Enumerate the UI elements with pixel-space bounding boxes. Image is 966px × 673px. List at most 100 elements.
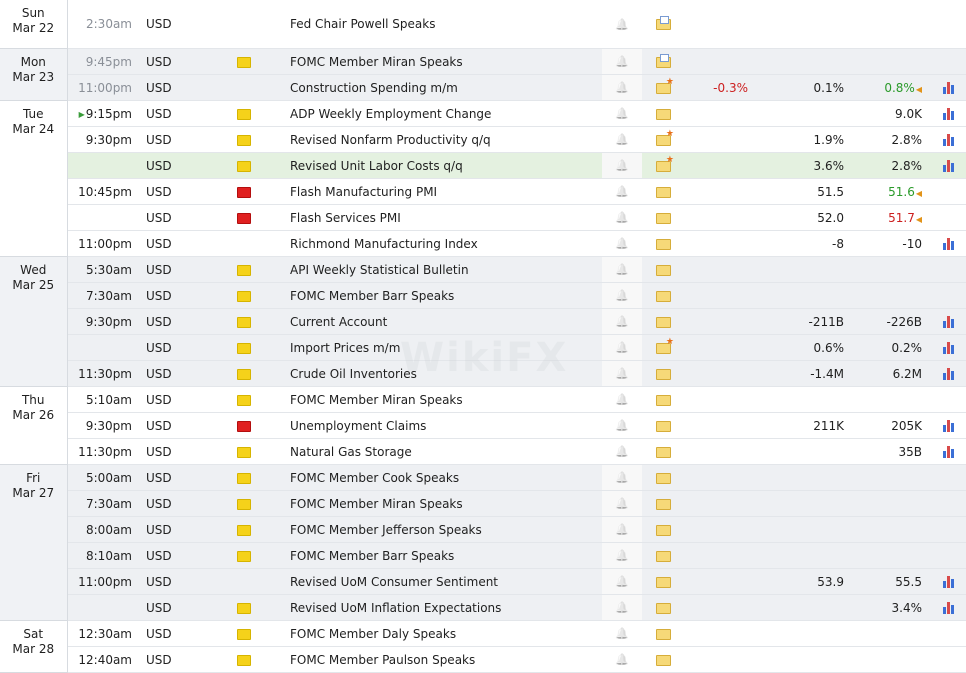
- folder-icon[interactable]: [656, 576, 671, 588]
- folder-icon[interactable]: [656, 316, 671, 328]
- folder-cell[interactable]: [642, 282, 685, 309]
- bell-icon[interactable]: 🔔: [602, 152, 642, 179]
- event-name[interactable]: Revised Unit Labor Costs q/q: [290, 152, 602, 179]
- folder-cell[interactable]: [642, 256, 685, 283]
- calendar-row[interactable]: 8:00am USD FOMC Member Jefferson Speaks 🔔: [0, 516, 966, 543]
- folder-cell[interactable]: [642, 568, 685, 595]
- event-name[interactable]: FOMC Member Daly Speaks: [290, 620, 602, 647]
- folder-cell[interactable]: [642, 152, 685, 179]
- bell-icon[interactable]: 🔔: [602, 464, 642, 491]
- folder-icon[interactable]: [656, 77, 674, 94]
- bell-icon[interactable]: 🔔: [602, 126, 642, 153]
- bar-chart-icon[interactable]: [942, 160, 954, 172]
- chart-cell[interactable]: [930, 412, 966, 439]
- folder-icon[interactable]: [656, 420, 671, 432]
- bar-chart-icon[interactable]: [942, 576, 954, 588]
- folder-icon[interactable]: [656, 16, 671, 30]
- calendar-row[interactable]: 11:00pm USD Revised UoM Consumer Sentiment…: [0, 568, 966, 595]
- bell-icon[interactable]: 🔔: [602, 0, 642, 49]
- folder-icon[interactable]: [656, 446, 671, 458]
- calendar-row[interactable]: Sun Mar 22 2:30am USD Fed Chair Powell Speak…: [0, 0, 966, 49]
- chart-cell[interactable]: [930, 594, 966, 621]
- folder-icon[interactable]: [656, 628, 671, 640]
- event-name[interactable]: FOMC Member Miran Speaks: [290, 386, 602, 413]
- folder-icon[interactable]: [656, 498, 671, 510]
- folder-cell[interactable]: [642, 74, 685, 101]
- calendar-row[interactable]: USD Revised Unit Labor Costs q/q🔔 3.6% 2.8%: [0, 152, 966, 179]
- event-name[interactable]: Flash Services PMI: [290, 204, 602, 231]
- bell-icon[interactable]: 🔔: [602, 516, 642, 543]
- bell-icon[interactable]: 🔔: [602, 204, 642, 231]
- calendar-row[interactable]: 9:30pm USD Revised Nonfarm Productivity q/…: [0, 126, 966, 153]
- bell-icon[interactable]: 🔔: [602, 334, 642, 361]
- folder-cell[interactable]: [642, 126, 685, 153]
- calendar-row[interactable]: Fri Mar 27 5:00am USD FOMC Member Cook Speak…: [0, 464, 966, 621]
- calendar-row[interactable]: 8:10am USD FOMC Member Barr Speaks 🔔: [0, 542, 966, 569]
- bell-icon[interactable]: 🔔: [602, 386, 642, 413]
- folder-icon[interactable]: [656, 602, 671, 614]
- folder-cell[interactable]: [642, 516, 685, 543]
- bar-chart-icon[interactable]: [942, 134, 954, 146]
- bar-chart-icon[interactable]: [942, 108, 954, 120]
- folder-cell[interactable]: [642, 100, 685, 127]
- event-name[interactable]: Revised UoM Consumer Sentiment: [290, 568, 602, 595]
- bell-icon[interactable]: 🔔: [602, 438, 642, 465]
- folder-cell[interactable]: [642, 48, 685, 75]
- event-name[interactable]: Revised UoM Inflation Expectations: [290, 594, 602, 621]
- event-name[interactable]: Richmond Manufacturing Index: [290, 230, 602, 257]
- event-name[interactable]: FOMC Member Cook Speaks: [290, 464, 602, 491]
- bar-chart-icon[interactable]: [942, 342, 954, 354]
- bell-icon[interactable]: 🔔: [602, 542, 642, 569]
- calendar-row[interactable]: USD Import Prices m/m🔔 0.6% 0.2%: [0, 334, 966, 361]
- folder-icon[interactable]: [656, 53, 671, 68]
- folder-icon[interactable]: [656, 186, 671, 198]
- bell-icon[interactable]: 🔔: [602, 74, 642, 101]
- chart-cell[interactable]: [930, 568, 966, 595]
- chart-cell[interactable]: [930, 438, 966, 465]
- bell-icon[interactable]: 🔔: [602, 256, 642, 283]
- event-name[interactable]: ADP Weekly Employment Change: [290, 100, 602, 127]
- calendar-row[interactable]: 11:00pm USD Richmond Manufacturing Index 🔔 -…: [0, 230, 966, 257]
- bell-icon[interactable]: 🔔: [602, 48, 642, 75]
- bell-icon[interactable]: 🔔: [602, 594, 642, 621]
- folder-cell[interactable]: [642, 204, 685, 231]
- folder-cell[interactable]: [642, 178, 685, 205]
- bar-chart-icon[interactable]: [942, 446, 954, 458]
- event-name[interactable]: Flash Manufacturing PMI: [290, 178, 602, 205]
- folder-icon[interactable]: [656, 212, 671, 224]
- event-name[interactable]: FOMC Member Paulson Speaks: [290, 646, 602, 673]
- calendar-row[interactable]: Wed Mar 25 5:30am USD API Weekly Statistical…: [0, 256, 966, 387]
- calendar-row[interactable]: Sat Mar 28 12:30am USD FOMC Member Daly Spea…: [0, 620, 966, 673]
- event-name[interactable]: FOMC Member Miran Speaks: [290, 48, 602, 75]
- bell-icon[interactable]: 🔔: [602, 490, 642, 517]
- event-name[interactable]: Revised Nonfarm Productivity q/q: [290, 126, 602, 153]
- folder-cell[interactable]: [642, 230, 685, 257]
- calendar-row[interactable]: Tue Mar 24 ▶9:15pm USD ADP Weekly Employment…: [0, 100, 966, 257]
- event-name[interactable]: Construction Spending m/m: [290, 74, 602, 101]
- calendar-row[interactable]: 11:30pm USD Crude Oil Inventories 🔔 -1.4M 6.2…: [0, 360, 966, 387]
- folder-icon[interactable]: [656, 524, 671, 536]
- calendar-row[interactable]: 10:45pm USD Flash Manufacturing PMI 🔔 51.5 51…: [0, 178, 966, 205]
- chart-cell[interactable]: [930, 126, 966, 153]
- folder-icon[interactable]: [656, 337, 674, 354]
- bar-chart-icon[interactable]: [942, 368, 954, 380]
- chart-cell[interactable]: [930, 360, 966, 387]
- folder-cell[interactable]: [642, 386, 685, 413]
- event-name[interactable]: Crude Oil Inventories: [290, 360, 602, 387]
- folder-cell[interactable]: [642, 594, 685, 621]
- folder-cell[interactable]: [642, 646, 685, 673]
- folder-cell[interactable]: [642, 308, 685, 335]
- folder-cell[interactable]: [642, 360, 685, 387]
- folder-cell[interactable]: [642, 490, 685, 517]
- folder-icon[interactable]: [656, 550, 671, 562]
- bar-chart-icon[interactable]: [942, 82, 954, 94]
- bell-icon[interactable]: 🔔: [602, 308, 642, 335]
- event-name[interactable]: Current Account: [290, 308, 602, 335]
- folder-icon[interactable]: [656, 368, 671, 380]
- folder-icon[interactable]: [656, 290, 671, 302]
- bar-chart-icon[interactable]: [942, 316, 954, 328]
- folder-cell[interactable]: [642, 464, 685, 491]
- bell-icon[interactable]: 🔔: [602, 282, 642, 309]
- bell-icon[interactable]: 🔔: [602, 360, 642, 387]
- event-name[interactable]: FOMC Member Barr Speaks: [290, 542, 602, 569]
